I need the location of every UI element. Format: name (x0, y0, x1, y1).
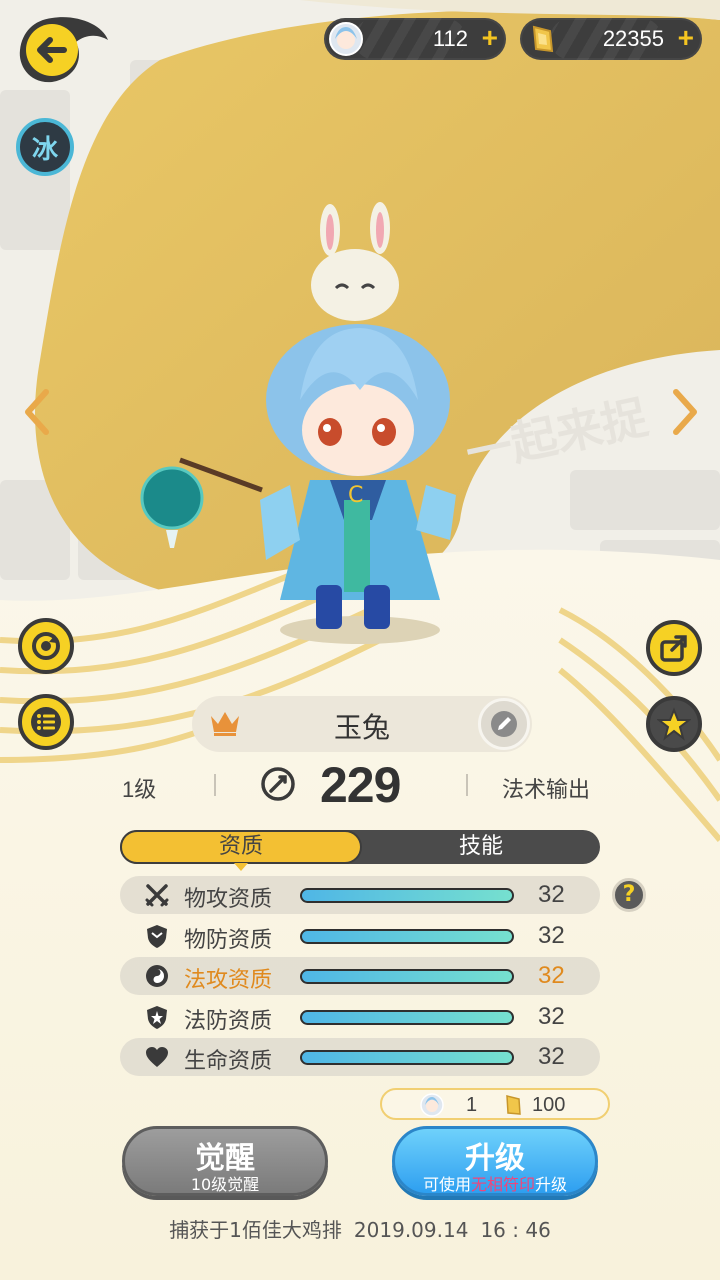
pet-role: 法术输出 (502, 778, 591, 803)
magic-orb-icon (146, 965, 168, 987)
ice-element-badge[interactable]: 冰 (16, 118, 74, 176)
upgrade-sub-suffix: 升级 (535, 1175, 568, 1194)
stat-row-magic-defense: 法防资质 32 (120, 998, 600, 1036)
list-icon (31, 707, 61, 737)
next-pet-arrow-icon[interactable] (666, 382, 706, 442)
capture-location: 捕获于1佰佳大鸡排 (169, 1218, 342, 1242)
combat-power-value: 229 (320, 757, 401, 813)
heart-icon (146, 1047, 168, 1067)
upgrade-sub-item: 无相符印 (470, 1175, 535, 1194)
detail-tabs: 资质 技能 (120, 830, 600, 871)
ticket-counter[interactable]: 112 + (324, 18, 506, 60)
stat-label: 生命资质 (184, 1049, 273, 1074)
stat-bar-fill (302, 930, 512, 942)
stat-label: 法攻资质 (184, 968, 273, 993)
divider (466, 774, 468, 796)
share-icon (660, 635, 687, 662)
stat-value: 32 (538, 1002, 565, 1030)
stat-bar (300, 1009, 514, 1025)
stat-bar-fill (302, 890, 512, 901)
stat-label: 法防资质 (184, 1008, 273, 1034)
rotate-view-button[interactable] (18, 618, 74, 674)
stat-bar (300, 928, 514, 944)
stat-row-physical-defense: 物防资质 32 (120, 917, 600, 955)
favorite-button[interactable] (646, 696, 702, 752)
stat-value: 32 (538, 1043, 565, 1070)
capture-date: 2019.09.14 (353, 1218, 469, 1242)
upgrade-sublabel: 可使用无相符印升级 (395, 1171, 595, 1195)
stat-bar-fill (302, 1011, 512, 1023)
divider (214, 774, 216, 796)
list-menu-button[interactable] (18, 694, 74, 750)
stat-label: 物攻资质 (184, 887, 273, 912)
element-badge-text: 冰 (31, 134, 58, 165)
stat-bar (300, 888, 514, 903)
stat-row-health: 生命资质 32 (120, 1038, 600, 1076)
cost-coins: 100 (532, 1094, 566, 1116)
shield-icon (147, 924, 167, 948)
upgrade-cost: 1 100 (380, 1088, 610, 1120)
upgrade-sub-prefix: 可使用 (422, 1175, 471, 1194)
star-icon (657, 707, 691, 741)
svg-text:C: C (348, 483, 363, 508)
capture-info: 捕获于1佰佳大鸡排 2019.09.14 16 : 46 (0, 1214, 720, 1243)
ticket-value: 112 (432, 26, 468, 51)
stat-row-physical-attack: 物攻资质 32 (120, 876, 600, 914)
pet-level: 1级 (122, 777, 157, 802)
awaken-sublabel: 10级觉醒 (190, 1175, 260, 1194)
aptitude-list: 物攻资质 32 物防资质 32 法攻资质 32 法防资质 32 生命资质 32 (120, 876, 600, 1079)
edit-pencil-icon (491, 711, 517, 737)
stat-value: 32 (538, 881, 565, 908)
background-art: C 一起来捉 (0, 0, 720, 1280)
back-button[interactable] (16, 14, 112, 86)
magic-shield-icon (147, 1005, 167, 1029)
gold-coin-icon (506, 1095, 521, 1115)
share-button[interactable] (646, 620, 702, 676)
awaken-button[interactable]: 觉醒 10级觉醒 (122, 1126, 328, 1196)
upgrade-button[interactable]: 升级 可使用无相符印升级 (392, 1126, 598, 1196)
coin-value: 22355 (602, 26, 664, 51)
stat-bar (300, 969, 514, 984)
cost-tickets: 1 (466, 1094, 478, 1116)
capture-time: 16 : 46 (480, 1218, 551, 1242)
help-button[interactable]: ? (612, 878, 646, 912)
stat-bar-fill (302, 1052, 512, 1063)
stat-label: 物防资质 (184, 927, 273, 953)
combat-power-icon (261, 767, 295, 801)
add-tickets-button[interactable]: + (482, 24, 498, 52)
previous-pet-arrow-icon[interactable] (16, 382, 56, 442)
add-coins-button[interactable]: + (678, 24, 694, 52)
rotate-icon (32, 632, 60, 660)
character-ticket-icon (420, 1093, 444, 1117)
coin-counter[interactable]: 22355 + (520, 18, 702, 60)
character-ticket-icon (329, 22, 363, 56)
gold-coin-icon (532, 25, 554, 53)
stat-bar (300, 1050, 514, 1065)
pet-name-bar: 玉兔 (192, 696, 532, 752)
tab-aptitude[interactable]: 资质 (120, 830, 362, 871)
crossed-swords-icon (145, 884, 169, 907)
rename-button[interactable] (478, 698, 530, 750)
stat-bar-fill (302, 971, 512, 982)
stat-row-magic-attack: 法攻资质 32 (120, 957, 600, 995)
stat-value: 32 (538, 962, 565, 989)
tab-skills[interactable]: 技能 (362, 830, 600, 864)
stat-value: 32 (538, 921, 565, 949)
